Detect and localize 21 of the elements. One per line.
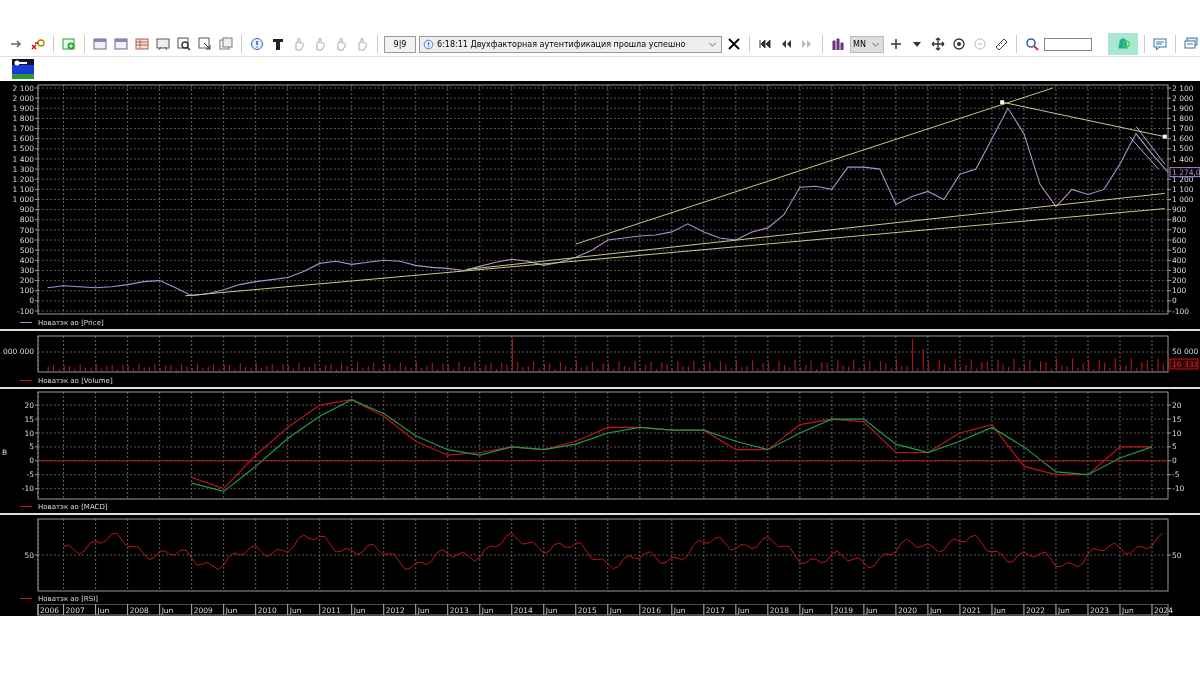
bar-chart-icon[interactable] <box>829 35 847 53</box>
counter-field[interactable]: 9|9 <box>384 35 416 53</box>
interval-select[interactable]: MN <box>850 35 884 53</box>
info-icon[interactable] <box>248 35 266 53</box>
table-icon[interactable] <box>133 35 151 53</box>
window-plus-icon[interactable] <box>60 35 78 53</box>
target-icon[interactable] <box>950 35 968 53</box>
window-arrow-icon[interactable] <box>196 35 214 53</box>
window-icon[interactable] <box>112 35 130 53</box>
chat-icon[interactable] <box>1151 35 1169 53</box>
window-thumbnail-icon[interactable] <box>12 59 34 79</box>
search-field[interactable] <box>1044 37 1092 51</box>
move-icon[interactable] <box>929 35 947 53</box>
trend-lines-drawing[interactable] <box>184 87 1167 297</box>
window-icon[interactable] <box>91 35 109 53</box>
window-search-icon[interactable] <box>175 35 193 53</box>
window-stack-icon[interactable] <box>217 35 235 53</box>
message-dropdown[interactable]: 6:18:11 Двухфакторная аутентификация прошла успешно <box>419 35 722 53</box>
search-icon[interactable] <box>1023 35 1041 53</box>
bell-icon <box>1115 36 1131 52</box>
info-icon <box>423 38 434 50</box>
